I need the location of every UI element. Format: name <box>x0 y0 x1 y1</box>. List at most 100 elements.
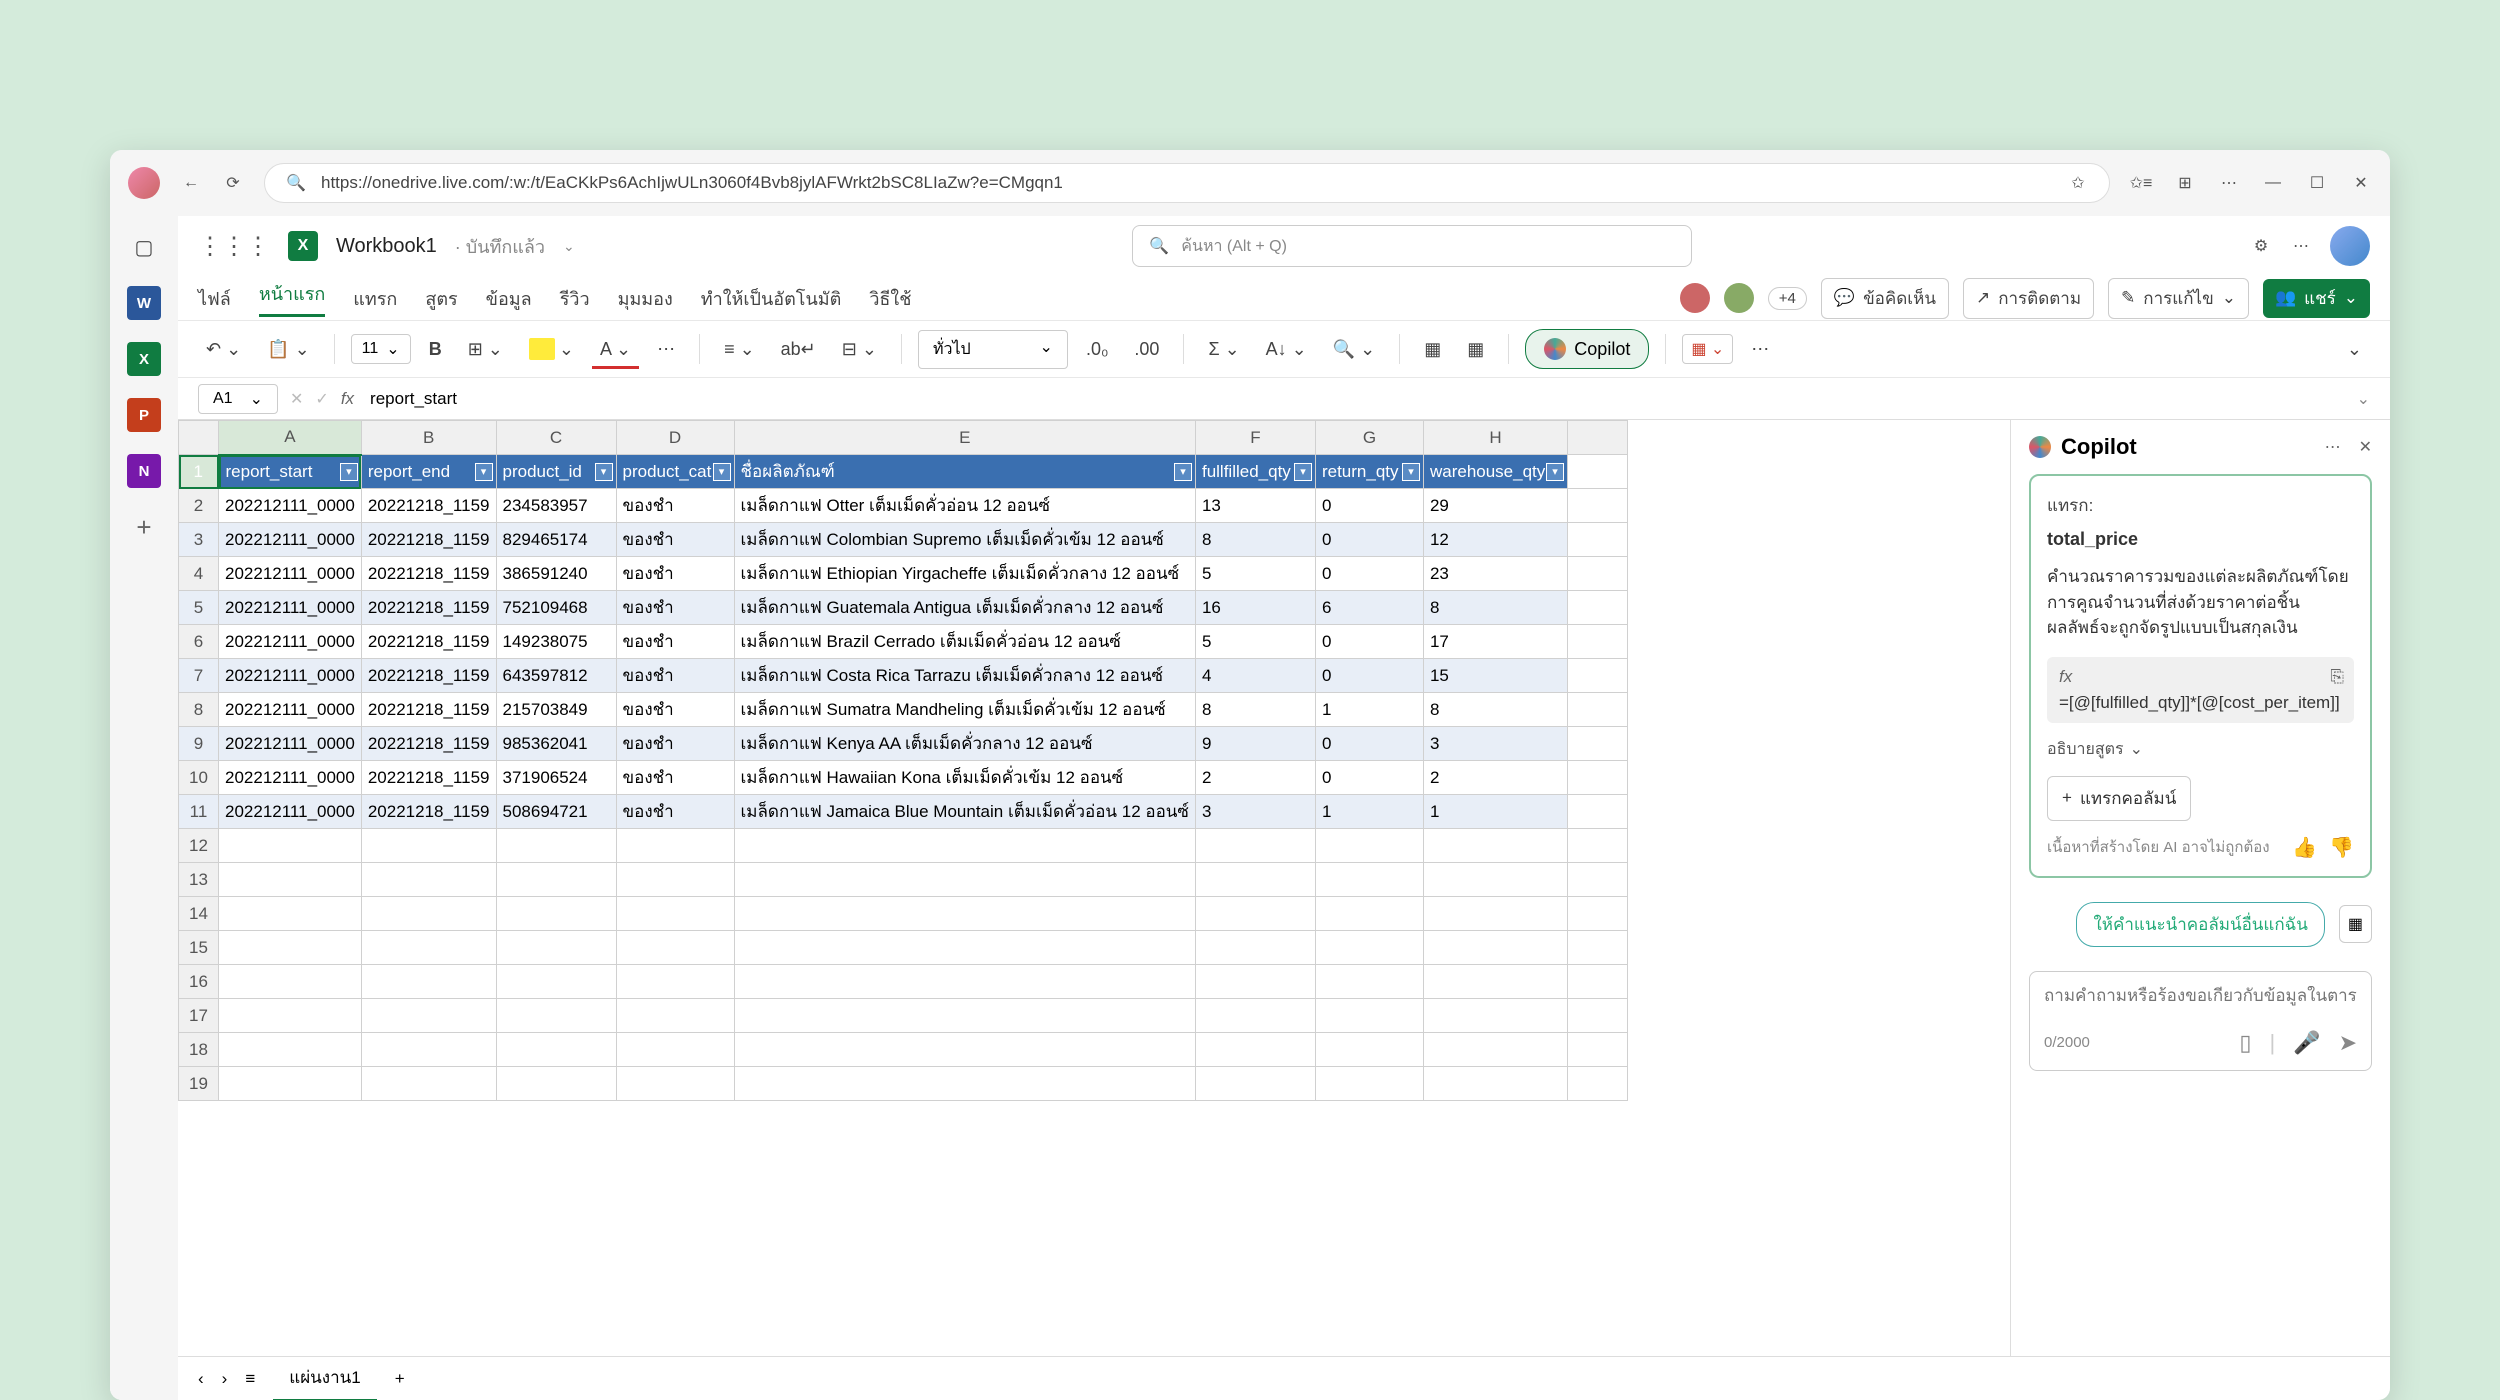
workbook-name[interactable]: Workbook1 <box>336 235 437 258</box>
cell[interactable] <box>1195 999 1315 1033</box>
cell[interactable] <box>1315 931 1423 965</box>
table-header-cell[interactable]: report_end▾ <box>361 455 496 489</box>
cell[interactable]: 215703849 <box>496 693 616 727</box>
cell[interactable]: 5 <box>1195 625 1315 659</box>
cell[interactable]: 0 <box>1315 557 1423 591</box>
table-row[interactable]: 8202212111_000020221218_1159215703849ของ… <box>179 693 1628 727</box>
presence-more[interactable]: +4 <box>1768 287 1807 310</box>
cell[interactable]: ของชำ <box>616 625 734 659</box>
copilot-suggestion-pill[interactable]: ให้คำแนะนำคอลัมน์อื่นแก่ฉัน <box>2076 902 2324 947</box>
cell[interactable] <box>1315 1067 1423 1101</box>
col-header[interactable]: C <box>496 421 616 455</box>
cell[interactable]: 20221218_1159 <box>361 489 496 523</box>
cell[interactable]: ของชำ <box>616 659 734 693</box>
cell[interactable]: 2 <box>1195 761 1315 795</box>
cell[interactable] <box>496 999 616 1033</box>
cell[interactable] <box>616 1033 734 1067</box>
cell[interactable] <box>496 1033 616 1067</box>
cell[interactable] <box>361 1067 496 1101</box>
table-row[interactable]: 18 <box>179 1033 1628 1067</box>
cell[interactable]: 20221218_1159 <box>361 557 496 591</box>
cell[interactable]: 0 <box>1315 489 1423 523</box>
cell[interactable]: 5 <box>1195 557 1315 591</box>
table-row[interactable]: 6202212111_000020221218_1159149238075ของ… <box>179 625 1628 659</box>
collapse-ribbon-icon[interactable]: ⌄ <box>2339 333 2370 366</box>
cell[interactable]: เมล็ดกาแฟ Colombian Supremo เต็มเม็ดคั่ว… <box>734 523 1195 557</box>
table-row[interactable]: 15 <box>179 931 1628 965</box>
attach-icon[interactable]: ▯ <box>2239 1030 2251 1056</box>
borders-button[interactable]: ⊞ ⌄ <box>460 333 511 366</box>
cell[interactable] <box>219 931 362 965</box>
tab-help[interactable]: วิธีใช้ <box>869 284 911 313</box>
favorite-icon[interactable]: ✩ <box>2067 172 2089 194</box>
table-row[interactable]: 13 <box>179 863 1628 897</box>
autosum-button[interactable]: Σ ⌄ <box>1200 333 1247 366</box>
tab-view[interactable]: มุมมอง <box>618 284 673 313</box>
cell[interactable] <box>1567 931 1627 965</box>
cell[interactable]: 202212111_0000 <box>219 591 362 625</box>
cell[interactable]: 29 <box>1423 489 1567 523</box>
cell[interactable]: 2 <box>1423 761 1567 795</box>
close-icon[interactable]: ✕ <box>2359 437 2372 457</box>
filter-icon[interactable]: ▾ <box>475 463 493 481</box>
cell[interactable]: 3 <box>1195 795 1315 829</box>
cell[interactable]: 1 <box>1423 795 1567 829</box>
col-header[interactable]: H <box>1423 421 1567 455</box>
cell[interactable]: 1 <box>1315 693 1423 727</box>
conditional-format-button[interactable]: ▦ <box>1416 333 1449 366</box>
tab-review[interactable]: รีวิว <box>560 284 590 313</box>
cell[interactable] <box>361 829 496 863</box>
format-table-button[interactable]: ▦ <box>1459 333 1492 366</box>
cell[interactable]: 0 <box>1315 727 1423 761</box>
copy-icon[interactable]: ⎘ <box>2330 667 2344 687</box>
table-row[interactable]: 5202212111_000020221218_1159752109468ของ… <box>179 591 1628 625</box>
row-header[interactable]: 8 <box>179 693 219 727</box>
cell[interactable]: ของชำ <box>616 523 734 557</box>
cell[interactable]: 0 <box>1315 659 1423 693</box>
cell[interactable]: เมล็ดกาแฟ Jamaica Blue Mountain เต็มเม็ด… <box>734 795 1195 829</box>
cell[interactable]: เมล็ดกาแฟ Brazil Cerrado เต็มเม็ดคั่วอ่อ… <box>734 625 1195 659</box>
cell[interactable] <box>1567 965 1627 999</box>
cell[interactable] <box>734 1033 1195 1067</box>
row-header[interactable]: 1 <box>179 455 219 489</box>
cell[interactable]: 643597812 <box>496 659 616 693</box>
table-row[interactable]: 14 <box>179 897 1628 931</box>
cell[interactable]: 8 <box>1423 693 1567 727</box>
filter-icon[interactable]: ▾ <box>1402 463 1420 481</box>
cell[interactable] <box>1567 897 1627 931</box>
find-button[interactable]: 🔍 ⌄ <box>1325 333 1384 366</box>
cell[interactable]: 8 <box>1423 591 1567 625</box>
table-header-cell[interactable]: product_cat▾ <box>616 455 734 489</box>
cell[interactable] <box>616 931 734 965</box>
cell[interactable]: 20221218_1159 <box>361 625 496 659</box>
cell[interactable] <box>616 863 734 897</box>
cell[interactable]: เมล็ดกาแฟ Ethiopian Yirgacheffe เต็มเม็ด… <box>734 557 1195 591</box>
cell[interactable]: 202212111_0000 <box>219 795 362 829</box>
settings-icon[interactable]: ⚙ <box>2250 235 2272 257</box>
cell[interactable] <box>1315 829 1423 863</box>
cell[interactable]: 202212111_0000 <box>219 761 362 795</box>
filter-icon[interactable]: ▾ <box>340 463 358 481</box>
cell[interactable] <box>1567 829 1627 863</box>
cell[interactable]: ของชำ <box>616 727 734 761</box>
cell[interactable] <box>1315 863 1423 897</box>
cell[interactable]: เมล็ดกาแฟ Costa Rica Tarrazu เต็มเม็ดคั่… <box>734 659 1195 693</box>
cell[interactable]: 15 <box>1423 659 1567 693</box>
row-header[interactable]: 3 <box>179 523 219 557</box>
cell[interactable]: 0 <box>1315 625 1423 659</box>
bold-button[interactable]: B <box>421 333 450 366</box>
filter-icon[interactable]: ▾ <box>1294 463 1312 481</box>
number-format[interactable]: ทั่วไป⌄ <box>918 330 1068 369</box>
cell[interactable]: 202212111_0000 <box>219 727 362 761</box>
cancel-formula-icon[interactable]: ✕ <box>290 389 303 409</box>
cell[interactable] <box>496 931 616 965</box>
editing-button[interactable]: ✎ การแก้ไข ⌄ <box>2108 278 2249 319</box>
cell[interactable]: 1 <box>1315 795 1423 829</box>
font-color-button[interactable]: A ⌄ <box>592 333 639 366</box>
presence-avatar[interactable] <box>1680 283 1710 313</box>
cell[interactable] <box>1195 897 1315 931</box>
table-row[interactable]: 19 <box>179 1067 1628 1101</box>
cell[interactable]: 985362041 <box>496 727 616 761</box>
table-header-cell[interactable]: ชื่อผลิตภัณฑ์▾ <box>734 455 1195 489</box>
cell[interactable]: เมล็ดกาแฟ Sumatra Mandheling เต็มเม็ดคั่… <box>734 693 1195 727</box>
